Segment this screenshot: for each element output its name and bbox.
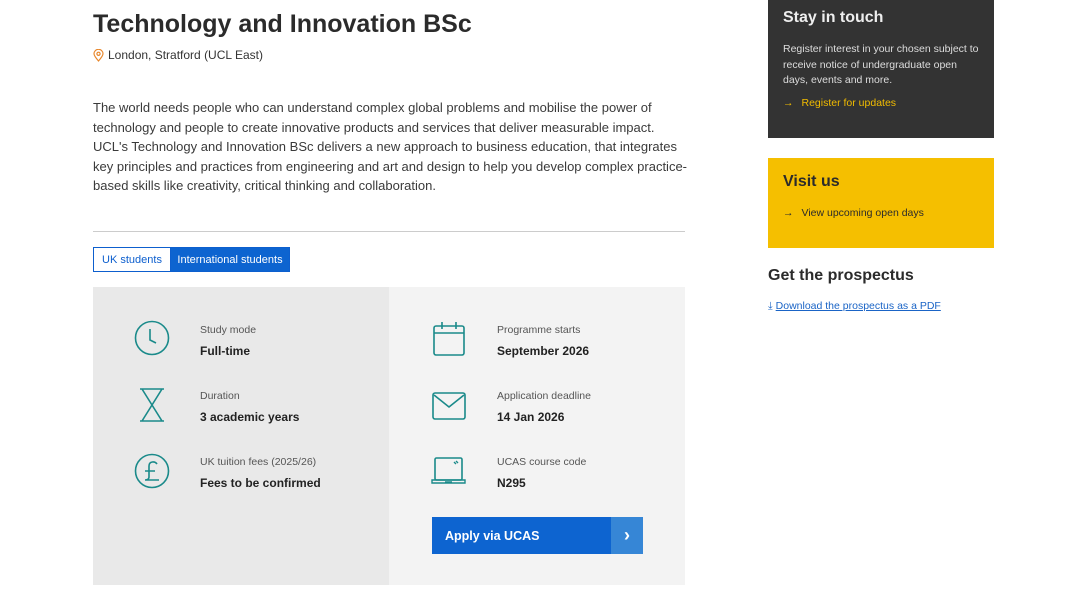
location-pin-icon bbox=[93, 49, 104, 62]
laptop-icon bbox=[430, 452, 468, 490]
register-link-label: Register for updates bbox=[802, 97, 897, 109]
apply-label: Apply via UCAS bbox=[432, 529, 611, 543]
clock-icon bbox=[133, 319, 171, 357]
fact-value: Fees to be confirmed bbox=[200, 476, 321, 490]
duration-fact: Duration 3 academic years bbox=[200, 390, 299, 424]
tab-international-students[interactable]: International students bbox=[170, 247, 290, 272]
fact-value: 3 academic years bbox=[200, 410, 299, 424]
fact-value: September 2026 bbox=[497, 344, 589, 358]
visit-title: Visit us bbox=[783, 173, 979, 191]
download-icon: ⤓ bbox=[768, 300, 773, 313]
pound-icon bbox=[133, 452, 171, 490]
fees-fact: UK tuition fees (2025/26) Fees to be conf… bbox=[200, 456, 321, 490]
download-prospectus-link[interactable]: ⤓Download the prospectus as a PDF bbox=[768, 300, 941, 313]
fact-label: UK tuition fees (2025/26) bbox=[200, 456, 321, 468]
fact-label: Study mode bbox=[200, 324, 256, 336]
fact-value: 14 Jan 2026 bbox=[497, 410, 591, 424]
arrow-right-icon: → bbox=[783, 207, 794, 219]
ucas-fact: UCAS course code N295 bbox=[497, 456, 586, 490]
download-label: Download the prospectus as a PDF bbox=[776, 300, 941, 313]
open-days-link[interactable]: → View upcoming open days bbox=[783, 207, 979, 219]
fact-label: Programme starts bbox=[497, 324, 589, 336]
location: London, Stratford (UCL East) bbox=[93, 48, 263, 62]
page-title: Technology and Innovation BSc bbox=[93, 10, 472, 39]
hourglass-icon bbox=[133, 386, 171, 424]
open-days-label: View upcoming open days bbox=[802, 207, 924, 219]
deadline-fact: Application deadline 14 Jan 2026 bbox=[497, 390, 591, 424]
divider bbox=[93, 231, 685, 232]
visit-us-box: Visit us → View upcoming open days bbox=[768, 158, 994, 248]
fact-label: UCAS course code bbox=[497, 456, 586, 468]
fact-value: N295 bbox=[497, 476, 586, 490]
stay-text: Register interest in your chosen subject… bbox=[783, 42, 979, 89]
arrow-right-icon: → bbox=[783, 97, 794, 109]
apply-via-ucas-button[interactable]: Apply via UCAS › bbox=[432, 517, 643, 554]
tab-uk-students[interactable]: UK students bbox=[93, 247, 171, 272]
study-mode-fact: Study mode Full-time bbox=[200, 324, 256, 358]
stay-title: Stay in touch bbox=[783, 9, 979, 27]
calendar-icon bbox=[430, 320, 468, 358]
chevron-right-icon: › bbox=[611, 517, 643, 554]
register-link[interactable]: → Register for updates bbox=[783, 97, 979, 109]
prospectus-heading: Get the prospectus bbox=[768, 267, 914, 285]
stay-in-touch-box: Stay in touch Register interest in your … bbox=[768, 0, 994, 138]
location-text: London, Stratford (UCL East) bbox=[108, 48, 263, 62]
fact-value: Full-time bbox=[200, 344, 256, 358]
start-fact: Programme starts September 2026 bbox=[497, 324, 589, 358]
fact-label: Application deadline bbox=[497, 390, 591, 402]
envelope-icon bbox=[430, 386, 468, 424]
fact-label: Duration bbox=[200, 390, 299, 402]
intro-text: The world needs people who can understan… bbox=[93, 98, 693, 196]
